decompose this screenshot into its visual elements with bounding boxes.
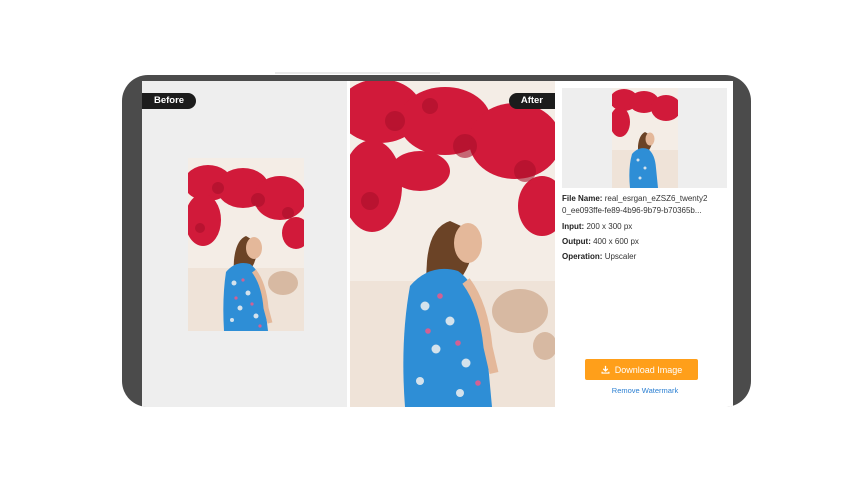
- device-frame: Before After File Name: real_esrgan_eZSZ…: [122, 75, 751, 407]
- file-name-row: File Name: real_esrgan_eZSZ6_twenty2 0_e…: [562, 193, 732, 217]
- before-image: [188, 158, 304, 331]
- top-divider: [275, 72, 440, 74]
- before-pane: Before: [142, 81, 347, 407]
- download-label: Download Image: [614, 364, 683, 375]
- file-name-label: File Name:: [562, 194, 603, 203]
- download-icon: [601, 365, 610, 374]
- result-thumbnail: [612, 88, 678, 188]
- after-pane: After: [350, 81, 555, 407]
- operation-label: Operation:: [562, 252, 603, 261]
- file-name-value-line1: real_esrgan_eZSZ6_twenty2: [604, 194, 708, 203]
- input-row: Input: 200 x 300 px: [562, 221, 732, 233]
- info-pane: File Name: real_esrgan_eZSZ6_twenty2 0_e…: [557, 81, 733, 407]
- input-label: Input:: [562, 222, 585, 231]
- download-image-button[interactable]: Download Image: [585, 359, 698, 380]
- file-name-value-line2: 0_ee093ffe-fe89-4b96-9b79-b70365b...: [562, 206, 702, 215]
- upscaler-result-panel: Before After File Name: real_esrgan_eZSZ…: [142, 81, 733, 407]
- remove-watermark-link[interactable]: Remove Watermark: [557, 386, 733, 395]
- output-label: Output:: [562, 237, 591, 246]
- before-label: Before: [142, 93, 197, 109]
- output-row: Output: 400 x 600 px: [562, 236, 732, 248]
- thumbnail-frame: [562, 88, 727, 188]
- after-label: After: [508, 93, 555, 109]
- output-value: 400 x 600 px: [593, 237, 639, 246]
- operation-value: Upscaler: [604, 252, 637, 261]
- input-value: 200 x 300 px: [586, 222, 633, 231]
- after-image: [350, 81, 555, 407]
- operation-row: Operation: Upscaler: [562, 251, 732, 263]
